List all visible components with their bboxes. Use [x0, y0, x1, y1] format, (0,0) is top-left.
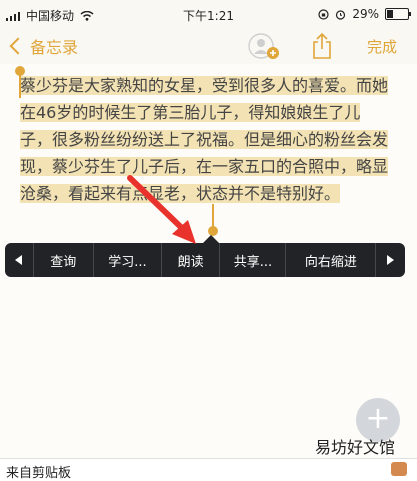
menu-item-indent-right[interactable]: 向右缩进	[286, 243, 377, 277]
battery-percent: 29%	[352, 7, 379, 21]
selection-end-handle[interactable]	[208, 204, 218, 236]
status-bar: 中国移动 下午1:21 29%	[0, 0, 417, 30]
battery-fill	[387, 10, 393, 18]
add-person-icon[interactable]	[246, 32, 284, 62]
selection-start-handle[interactable]	[15, 66, 25, 98]
share-icon[interactable]	[311, 32, 333, 60]
menu-item-lookup[interactable]: 查询	[34, 243, 94, 277]
chevron-left-icon	[9, 37, 27, 55]
back-label: 备忘录	[30, 38, 79, 57]
arrow-left-icon	[15, 255, 23, 265]
clipboard-bar[interactable]: 来自剪贴板	[0, 458, 417, 481]
back-button[interactable]: 备忘录	[8, 34, 78, 58]
menu-scroll-right-button[interactable]	[376, 243, 405, 277]
plus-icon: +	[365, 401, 391, 436]
arrow-right-icon	[387, 255, 395, 265]
clipboard-label: 来自剪贴板	[6, 466, 72, 481]
status-right: 29%	[318, 7, 411, 21]
nav-bar: 备忘录 完成	[0, 30, 417, 64]
annotation-arrow-icon	[127, 175, 196, 244]
menu-item-share[interactable]: 共享...	[220, 243, 287, 277]
battery-icon	[385, 8, 411, 20]
alarm-icon	[336, 9, 346, 20]
orientation-lock-icon	[318, 8, 329, 20]
done-button[interactable]: 完成	[367, 36, 397, 57]
watermark-text: 易坊好文馆	[314, 438, 395, 457]
menu-scroll-left-button[interactable]	[5, 243, 34, 277]
app-icon	[391, 462, 407, 476]
